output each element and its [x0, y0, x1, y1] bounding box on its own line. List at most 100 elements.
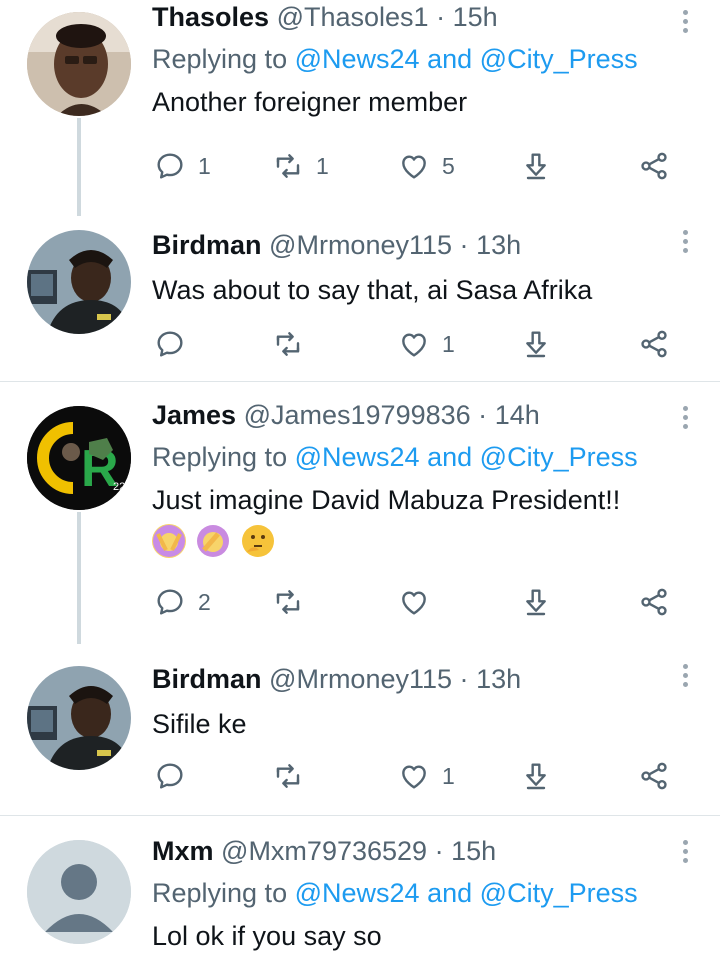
like-button[interactable]: 1: [398, 324, 455, 364]
like-button[interactable]: 5: [398, 146, 455, 186]
user-handle[interactable]: @James19799836: [244, 400, 471, 430]
user-handle[interactable]: @Mrmoney115: [269, 230, 452, 260]
more-icon[interactable]: [682, 840, 690, 867]
display-name[interactable]: James: [152, 400, 236, 430]
share-button[interactable]: [638, 582, 670, 622]
user-handle[interactable]: @Thasoles1: [277, 2, 429, 32]
tweet-text: Sifile ke: [152, 709, 247, 739]
retweet-button[interactable]: 1: [272, 146, 329, 186]
avatar-number: 22: [113, 481, 125, 493]
timestamp[interactable]: 13h: [476, 664, 521, 694]
tweet-actions: 2: [152, 582, 680, 622]
reply-icon: [154, 586, 186, 618]
mention-and[interactable]: and: [427, 44, 472, 74]
tweet-header: Birdman @Mrmoney115 · 13h: [152, 662, 680, 696]
share-button[interactable]: [638, 146, 670, 186]
more-icon[interactable]: [682, 10, 690, 37]
like-count: 1: [442, 762, 455, 789]
timestamp[interactable]: 13h: [476, 230, 521, 260]
reply-icon: [154, 760, 186, 792]
thinking-face-emoji: [241, 524, 275, 558]
timestamp[interactable]: 14h: [495, 400, 540, 430]
tweet-header: Birdman @Mrmoney115 · 13h: [152, 228, 680, 262]
separator-dot: ·: [478, 400, 488, 430]
user-handle[interactable]: @Mrmoney115: [269, 664, 452, 694]
reply-button[interactable]: [154, 324, 198, 364]
retweet-icon: [272, 586, 304, 618]
reply-button[interactable]: 2: [154, 582, 211, 622]
replying-to: Replying to @News24 and @City_Press: [152, 440, 680, 474]
tweet-text: Just imagine David Mabuza President!!: [152, 485, 621, 515]
like-button[interactable]: 1: [398, 756, 455, 796]
like-count: 1: [442, 330, 455, 357]
share-button[interactable]: [638, 324, 670, 364]
reply-button[interactable]: 1: [154, 146, 211, 186]
mention-link[interactable]: @City_Press: [480, 878, 638, 908]
more-icon[interactable]: [682, 406, 690, 433]
tweet[interactable]: Birdman @Mrmoney115 · 13h Sifile ke 1: [0, 650, 720, 814]
timestamp[interactable]: 15h: [451, 836, 496, 866]
tweet[interactable]: Mxm @Mxm79736529 · 15h Replying to @News…: [0, 816, 720, 959]
emoji-row: [152, 524, 680, 562]
avatar[interactable]: [27, 666, 131, 770]
retweet-count: 1: [316, 152, 329, 179]
tweet[interactable]: R 22 James @James19799836 · 14h Replying…: [0, 382, 720, 644]
mention-link[interactable]: @News24: [295, 442, 420, 472]
more-icon[interactable]: [682, 230, 690, 257]
reply-count: 2: [198, 588, 211, 615]
mention-link[interactable]: @City_Press: [480, 44, 638, 74]
mention-and[interactable]: and: [427, 442, 472, 472]
separator-dot: ·: [436, 2, 446, 32]
display-name[interactable]: Birdman: [152, 230, 262, 260]
reply-icon: [154, 150, 186, 182]
bookmark-arrow-icon: [520, 328, 552, 360]
reply-icon: [154, 328, 186, 360]
tweet-actions: 1: [152, 324, 680, 364]
user-handle[interactable]: @Mxm79736529: [221, 836, 427, 866]
retweet-button[interactable]: [272, 756, 316, 796]
separator-dot: ·: [459, 230, 469, 260]
avatar[interactable]: [27, 12, 131, 116]
bookmark-button[interactable]: [520, 324, 552, 364]
bookmark-button[interactable]: [520, 756, 552, 796]
heart-icon: [398, 328, 430, 360]
person-gesturing-no-emoji: [152, 524, 186, 558]
mention-link[interactable]: @News24: [295, 878, 420, 908]
bookmark-arrow-icon: [520, 760, 552, 792]
avatar[interactable]: [27, 840, 131, 944]
mention-and[interactable]: and: [427, 878, 472, 908]
retweet-icon: [272, 150, 304, 182]
avatar[interactable]: R 22: [27, 406, 131, 510]
share-button[interactable]: [638, 756, 670, 796]
bookmark-button[interactable]: [520, 146, 552, 186]
reply-button[interactable]: [154, 756, 198, 796]
timestamp[interactable]: 15h: [453, 2, 498, 32]
share-icon: [638, 328, 670, 360]
bookmark-arrow-icon: [520, 586, 552, 618]
like-button[interactable]: [398, 582, 442, 622]
mention-link[interactable]: @City_Press: [480, 442, 638, 472]
replying-to-label: Replying to: [152, 878, 288, 908]
separator-dot: ·: [459, 664, 469, 694]
mention-link[interactable]: @News24: [295, 44, 420, 74]
retweet-button[interactable]: [272, 582, 316, 622]
reply-count: 1: [198, 152, 211, 179]
like-count: 5: [442, 152, 455, 179]
display-name[interactable]: Mxm: [152, 836, 214, 866]
person-facepalming-emoji: [196, 524, 230, 558]
tweet-header: Thasoles @Thasoles1 · 15h: [152, 0, 680, 34]
replying-to: Replying to @News24 and @City_Press: [152, 876, 680, 910]
tweet[interactable]: Birdman @Mrmoney115 · 13h Was about to s…: [0, 216, 720, 380]
tweet[interactable]: Thasoles @Thasoles1 · 15h Replying to @N…: [0, 0, 720, 216]
avatar[interactable]: [27, 230, 131, 334]
thread-line: [77, 512, 81, 644]
more-icon[interactable]: [682, 664, 690, 691]
bookmark-button[interactable]: [520, 582, 552, 622]
retweet-icon: [272, 328, 304, 360]
heart-icon: [398, 586, 430, 618]
retweet-button[interactable]: [272, 324, 316, 364]
share-icon: [638, 760, 670, 792]
display-name[interactable]: Thasoles: [152, 2, 269, 32]
display-name[interactable]: Birdman: [152, 664, 262, 694]
tweet-text: Was about to say that, ai Sasa Afrika: [152, 275, 593, 305]
